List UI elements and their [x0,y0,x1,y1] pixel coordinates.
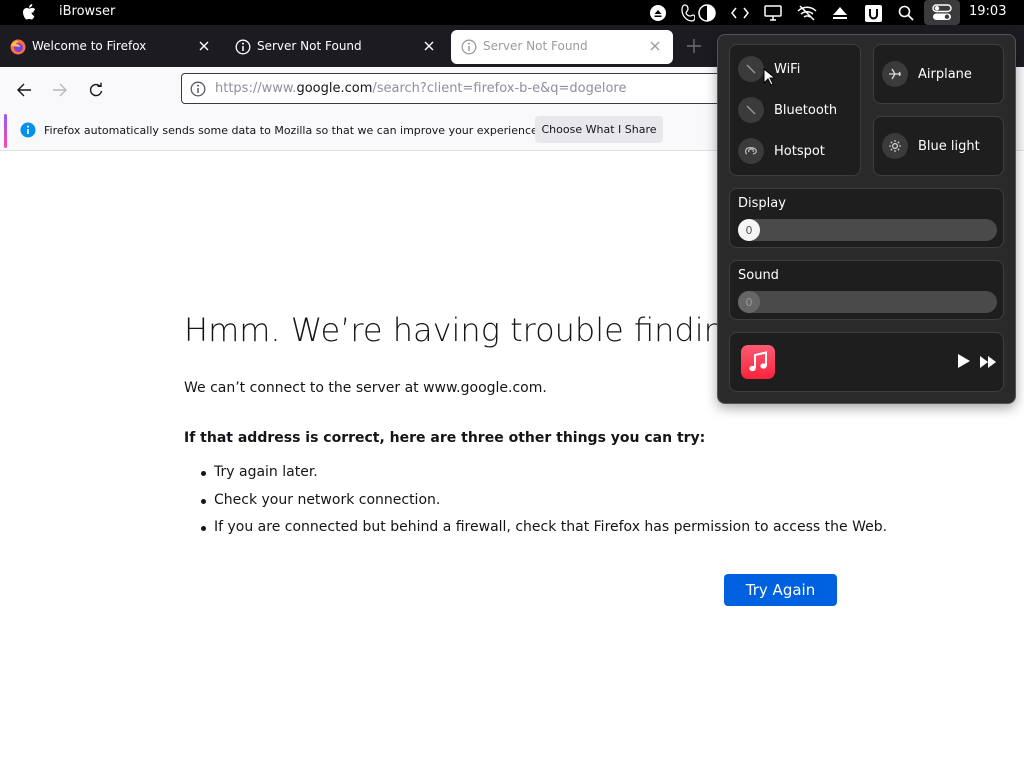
info-icon [461,39,477,55]
connectivity-group: WiFi Bluetooth Hotspot [729,44,861,176]
display-slider-knob[interactable]: 0 [738,219,760,241]
control-center-icon [932,4,952,20]
back-button[interactable] [12,78,36,102]
tab-welcome[interactable]: Welcome to Firefox [0,30,222,64]
eject-icon[interactable] [648,3,668,23]
sound-slider-knob[interactable]: 0 [738,291,760,313]
tab-label: Server Not Found [483,39,588,53]
wifi-off-icon[interactable] [797,3,817,23]
tab-label: Welcome to Firefox [32,39,147,53]
music-icon[interactable] [741,345,775,379]
airplane-row: Airplane [882,59,972,89]
firefox-icon [10,39,26,55]
display-group: Display 0 [729,188,1004,248]
notification-accent [4,114,7,148]
blue-light-row: Blue light [882,131,980,161]
tab-server-not-found-1[interactable]: Server Not Found [225,30,447,64]
control-center-button[interactable] [924,0,960,25]
display-icon[interactable] [763,3,783,23]
mouse-cursor-icon [763,68,775,86]
airplane-label: Airplane [918,66,972,82]
url-text[interactable]: https://www.google.com/search?client=fir… [215,81,626,96]
tab-server-not-found-active[interactable]: Server Not Found [451,30,673,64]
new-tab-icon[interactable] [684,36,704,56]
list-item: Try again later. [200,464,887,492]
error-description: We can’t connect to the server at www.go… [184,380,547,396]
music-group [729,332,1004,392]
suggestion-list: Try again later. Check your network conn… [200,464,887,547]
bluetooth-toggle[interactable]: Bluetooth [738,95,837,125]
choose-what-i-share-button[interactable]: Choose What I Share [535,116,663,143]
app-name[interactable]: iBrowser [59,4,115,19]
fast-forward-icon[interactable] [979,354,997,368]
play-icon[interactable] [957,353,973,369]
hotspot-icon [738,138,764,164]
forward-arrow-icon [53,83,67,97]
airplane-icon [882,61,908,87]
control-center-panel: WiFi Bluetooth Hotspot Airplane Blue lig… [717,34,1016,404]
reload-icon [89,82,103,97]
hotspot-label: Hotspot [774,143,825,159]
try-again-button[interactable]: Try Again [724,574,837,606]
sound-label: Sound [738,268,779,283]
clock[interactable]: 19:03 [969,4,1006,19]
list-item: Check your network connection. [200,492,887,520]
site-info-icon[interactable] [190,81,206,97]
notification-message: Firefox automatically sends some data to… [44,124,542,137]
info-icon [235,39,251,55]
close-icon[interactable] [647,38,663,54]
display-slider[interactable]: 0 [738,219,997,241]
code-icon[interactable] [730,3,750,23]
sound-group: Sound 0 [729,260,1004,320]
close-icon[interactable] [196,38,212,54]
u-icon[interactable] [863,3,883,23]
hotspot-toggle[interactable]: Hotspot [738,136,825,166]
tab-label: Server Not Found [257,39,362,53]
sound-slider[interactable]: 0 [738,291,997,313]
display-label: Display [738,196,786,211]
phone-icon[interactable] [678,3,698,23]
bluetooth-label: Bluetooth [774,102,838,118]
apple-icon[interactable] [22,4,36,20]
blue-light-toggle[interactable]: Blue light [873,116,1004,176]
forward-button[interactable] [48,78,72,102]
upload-icon[interactable] [830,3,850,23]
search-icon[interactable] [896,3,916,23]
bluetooth-off-icon [738,97,764,123]
sun-icon [882,133,908,159]
blue-light-label: Blue light [918,138,980,154]
airplane-toggle[interactable]: Airplane [873,44,1004,104]
menubar: iBrowser 19:03 [0,0,1024,25]
close-icon[interactable] [421,38,437,54]
reload-button[interactable] [84,78,108,102]
back-arrow-icon [17,83,31,97]
info-icon [20,122,36,138]
contrast-icon[interactable] [697,3,717,23]
list-item: If you are connected but behind a firewa… [200,519,887,547]
wifi-label: WiFi [774,61,801,77]
url-bar[interactable]: https://www.google.com/search?client=fir… [181,73,741,104]
wifi-off-icon [738,56,764,82]
error-subtitle: If that address is correct, here are thr… [184,430,706,446]
